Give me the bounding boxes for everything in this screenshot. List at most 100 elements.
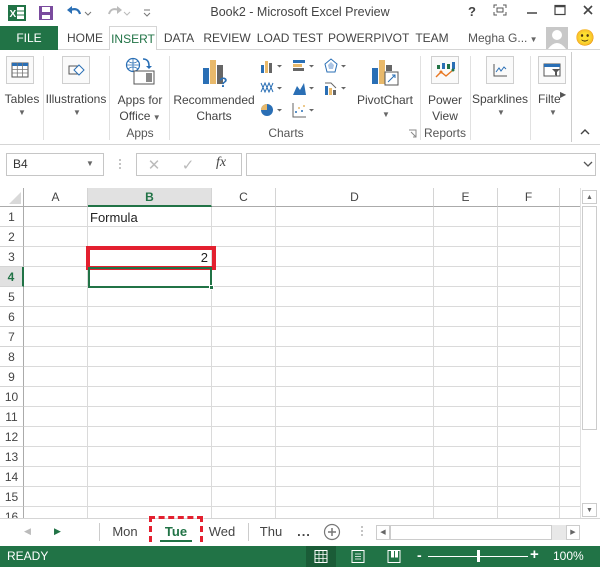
fill-handle[interactable] (209, 285, 214, 290)
sheet-tab-mon[interactable]: Mon (104, 522, 146, 542)
tab-separator (99, 523, 100, 541)
column-header-e[interactable]: E (434, 188, 498, 207)
hscroll-right-button[interactable]: ▶ (566, 525, 580, 540)
column-chart-button[interactable] (260, 58, 286, 74)
tab-load-test[interactable]: LOAD TEST (255, 26, 325, 50)
shapes-icon (62, 56, 90, 84)
row-header-4[interactable]: 4 (0, 267, 24, 287)
page-break-view-button[interactable] (380, 546, 408, 567)
active-cell-b4[interactable] (88, 267, 212, 288)
user-account-button[interactable]: Megha G... ▼ (468, 26, 542, 50)
tab-insert[interactable]: INSERT (109, 26, 157, 51)
pivotchart-button[interactable]: PivotChart ▼ (354, 54, 416, 124)
vertical-scroll-thumb[interactable] (582, 206, 597, 430)
ribbon-scroll-right-icon[interactable]: ▶ (560, 90, 568, 102)
row-header-9[interactable]: 9 (0, 367, 24, 387)
zoom-level[interactable]: 100% (553, 549, 584, 563)
row-header-14[interactable]: 14 (0, 467, 24, 487)
cell-b1[interactable]: Formula (90, 208, 210, 227)
radar-chart-button[interactable] (324, 58, 350, 74)
row-header-1[interactable]: 1 (0, 207, 24, 227)
sparklines-button[interactable]: Sparklines ▼ (472, 54, 528, 124)
insert-function-button[interactable]: fx (216, 155, 234, 173)
ribbon-scroll-edge (571, 52, 572, 142)
apps-for-office-button[interactable]: Apps for Office ▼ (112, 54, 168, 124)
sheet-scroll-left-icon[interactable]: ◀ (24, 526, 31, 537)
avatar[interactable] (546, 27, 568, 49)
full-screen-icon[interactable] (490, 4, 510, 22)
maximize-icon[interactable] (550, 4, 570, 22)
bar-chart-button[interactable] (292, 58, 318, 74)
combo-chart-button[interactable] (324, 80, 350, 96)
tab-file[interactable]: FILE (0, 26, 58, 50)
tab-review[interactable]: REVIEW (202, 26, 252, 50)
tab-team[interactable]: TEAM (411, 26, 453, 50)
row-header-5[interactable]: 5 (0, 287, 24, 307)
line-chart-button[interactable] (260, 80, 286, 96)
normal-view-button[interactable] (306, 546, 336, 567)
enter-entry-button[interactable]: ✓ (180, 156, 196, 174)
sheet-scroll-right-icon[interactable]: ▶ (54, 526, 61, 537)
column-gridline (497, 207, 498, 518)
zoom-in-button[interactable]: + (530, 546, 542, 563)
hscroll-left-button[interactable]: ◀ (376, 525, 390, 540)
more-sheets-button[interactable]: ... (294, 522, 314, 542)
new-sheet-button[interactable] (323, 523, 341, 541)
zoom-out-button[interactable]: - (417, 547, 427, 563)
row-header-15[interactable]: 15 (0, 487, 24, 507)
column-header-b[interactable]: B (88, 188, 212, 207)
tables-button[interactable]: Tables ▼ (2, 54, 42, 124)
column-gridline (433, 207, 434, 518)
sheet-tab-thu[interactable]: Thu (254, 522, 288, 542)
column-header-f[interactable]: F (498, 188, 560, 207)
select-all-button[interactable] (0, 188, 24, 207)
cancel-entry-button[interactable]: ✕ (146, 156, 162, 174)
sheet-tab-wed[interactable]: Wed (204, 522, 240, 542)
zoom-slider-thumb[interactable] (477, 550, 480, 562)
row-header-2[interactable]: 2 (0, 227, 24, 247)
smiley-feedback-icon[interactable]: 🙂 (575, 29, 595, 49)
collapse-ribbon-icon[interactable] (578, 126, 592, 138)
column-header-g[interactable] (560, 188, 580, 207)
expand-formula-bar-icon[interactable] (582, 158, 594, 170)
name-box-dropdown-icon[interactable]: ▼ (86, 159, 94, 168)
help-button[interactable]: ? (462, 4, 482, 22)
minimize-icon[interactable] (522, 4, 542, 22)
scroll-down-button[interactable]: ▼ (582, 503, 597, 517)
row-header-11[interactable]: 11 (0, 407, 24, 427)
splitter-grip-icon[interactable] (360, 524, 364, 538)
scatter-chart-button[interactable] (292, 102, 318, 118)
power-view-button[interactable]: Power View (423, 54, 467, 124)
formula-input[interactable] (246, 153, 596, 176)
row-header-3[interactable]: 3 (0, 247, 24, 267)
formula-bar-grip-icon[interactable] (118, 157, 122, 171)
group-separator (109, 56, 110, 140)
row-header-12[interactable]: 12 (0, 427, 24, 447)
area-chart-button[interactable] (292, 80, 318, 96)
chevron-down-icon: ▼ (549, 108, 557, 117)
row-header-13[interactable]: 13 (0, 447, 24, 467)
group-separator (169, 56, 170, 140)
illustrations-button[interactable]: Illustrations ▼ (44, 54, 108, 124)
recommended-charts-button[interactable]: ? Recommended Charts (172, 54, 256, 124)
tab-powerpivot[interactable]: POWERPIVOT (328, 26, 409, 50)
row-header-7[interactable]: 7 (0, 327, 24, 347)
pie-chart-button[interactable] (260, 102, 286, 118)
close-icon[interactable] (578, 4, 598, 22)
row-header-8[interactable]: 8 (0, 347, 24, 367)
chevron-down-icon: ▼ (527, 35, 538, 44)
page-layout-view-button[interactable] (344, 546, 372, 567)
charts-dialog-launcher-icon[interactable] (408, 128, 418, 138)
column-header-a[interactable]: A (24, 188, 88, 207)
filters-button[interactable]: Filte ▼ (534, 54, 572, 124)
row-header-6[interactable]: 6 (0, 307, 24, 327)
scroll-up-button[interactable]: ▲ (582, 190, 597, 204)
tab-home[interactable]: HOME (62, 26, 108, 50)
row-header-10[interactable]: 10 (0, 387, 24, 407)
horizontal-scroll-thumb[interactable] (390, 525, 552, 540)
column-header-c[interactable]: C (212, 188, 276, 207)
status-ready: READY (7, 549, 49, 563)
horizontal-scroll-track[interactable] (552, 525, 566, 540)
tab-data[interactable]: DATA (159, 26, 199, 50)
column-header-d[interactable]: D (276, 188, 434, 207)
